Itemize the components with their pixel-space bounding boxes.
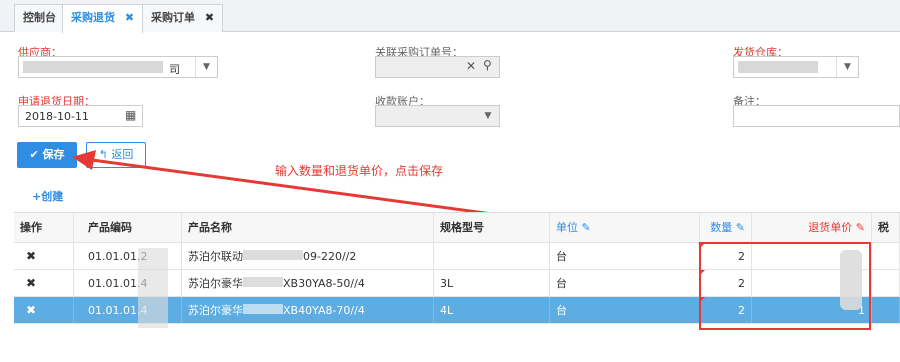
- col-name: 产品名称: [182, 213, 434, 242]
- col-unit-label: 单位: [556, 221, 578, 234]
- edit-icon: ✎: [581, 221, 591, 234]
- cell-name: 苏泊尔豪华 XB40YA8-70//4: [182, 297, 434, 323]
- cell-name-head: 苏泊尔豪华: [188, 277, 243, 290]
- cell-name: 苏泊尔联动 09-220//2: [182, 243, 434, 269]
- cell-tax: [872, 243, 900, 269]
- cell-tax: [872, 297, 900, 323]
- cell-unit[interactable]: 台: [550, 297, 700, 323]
- table-header: 操作 产品编码 产品名称 规格型号 单位 ✎ 数量 ✎ 退货单价 ✎ 税: [14, 213, 900, 243]
- cell-spec: 4L: [434, 297, 550, 323]
- create-button[interactable]: +创建: [32, 188, 63, 204]
- cell-name-head: 苏泊尔联动: [188, 250, 243, 263]
- cell-name-head: 苏泊尔豪华: [188, 304, 243, 317]
- edit-icon: ✎: [855, 221, 865, 234]
- col-spec: 规格型号: [434, 213, 550, 242]
- redacted-mask: [243, 304, 283, 314]
- redacted-mask: [243, 250, 303, 260]
- cell-tax: [872, 270, 900, 296]
- cell-spec: 3L: [434, 270, 550, 296]
- col-tax: 税: [872, 213, 900, 242]
- col-qty-label: 数量: [710, 221, 733, 234]
- col-code: 产品编码: [82, 213, 182, 242]
- cell-name-tail: 09-220//2: [303, 250, 357, 263]
- cell-spec: [434, 243, 550, 269]
- col-price[interactable]: 退货单价 ✎: [752, 213, 872, 242]
- cell-name-tail: XB30YA8-50//4: [283, 277, 365, 290]
- cell-unit[interactable]: 台: [550, 243, 700, 269]
- delete-icon[interactable]: ✖: [14, 297, 74, 323]
- annotation-text: 输入数量和退货单价，点击保存: [275, 164, 444, 178]
- cell-unit[interactable]: 台: [550, 270, 700, 296]
- col-unit[interactable]: 单位 ✎: [550, 213, 700, 242]
- delete-icon[interactable]: ✖: [14, 243, 74, 269]
- edit-icon: ✎: [735, 221, 745, 234]
- detail-table: 操作 产品编码 产品名称 规格型号 单位 ✎ 数量 ✎ 退货单价 ✎ 税 ✖ 0…: [14, 212, 900, 324]
- col-qty[interactable]: 数量 ✎: [700, 213, 752, 242]
- delete-icon[interactable]: ✖: [14, 270, 74, 296]
- cell-name: 苏泊尔豪华 XB30YA8-50//4: [182, 270, 434, 296]
- cell-name-tail: XB40YA8-70//4: [283, 304, 365, 317]
- col-op: 操作: [14, 213, 74, 242]
- col-price-label: 退货单价: [808, 221, 853, 234]
- redacted-mask: [243, 277, 283, 287]
- redacted-mask: [138, 248, 168, 328]
- highlight-box: [699, 242, 871, 330]
